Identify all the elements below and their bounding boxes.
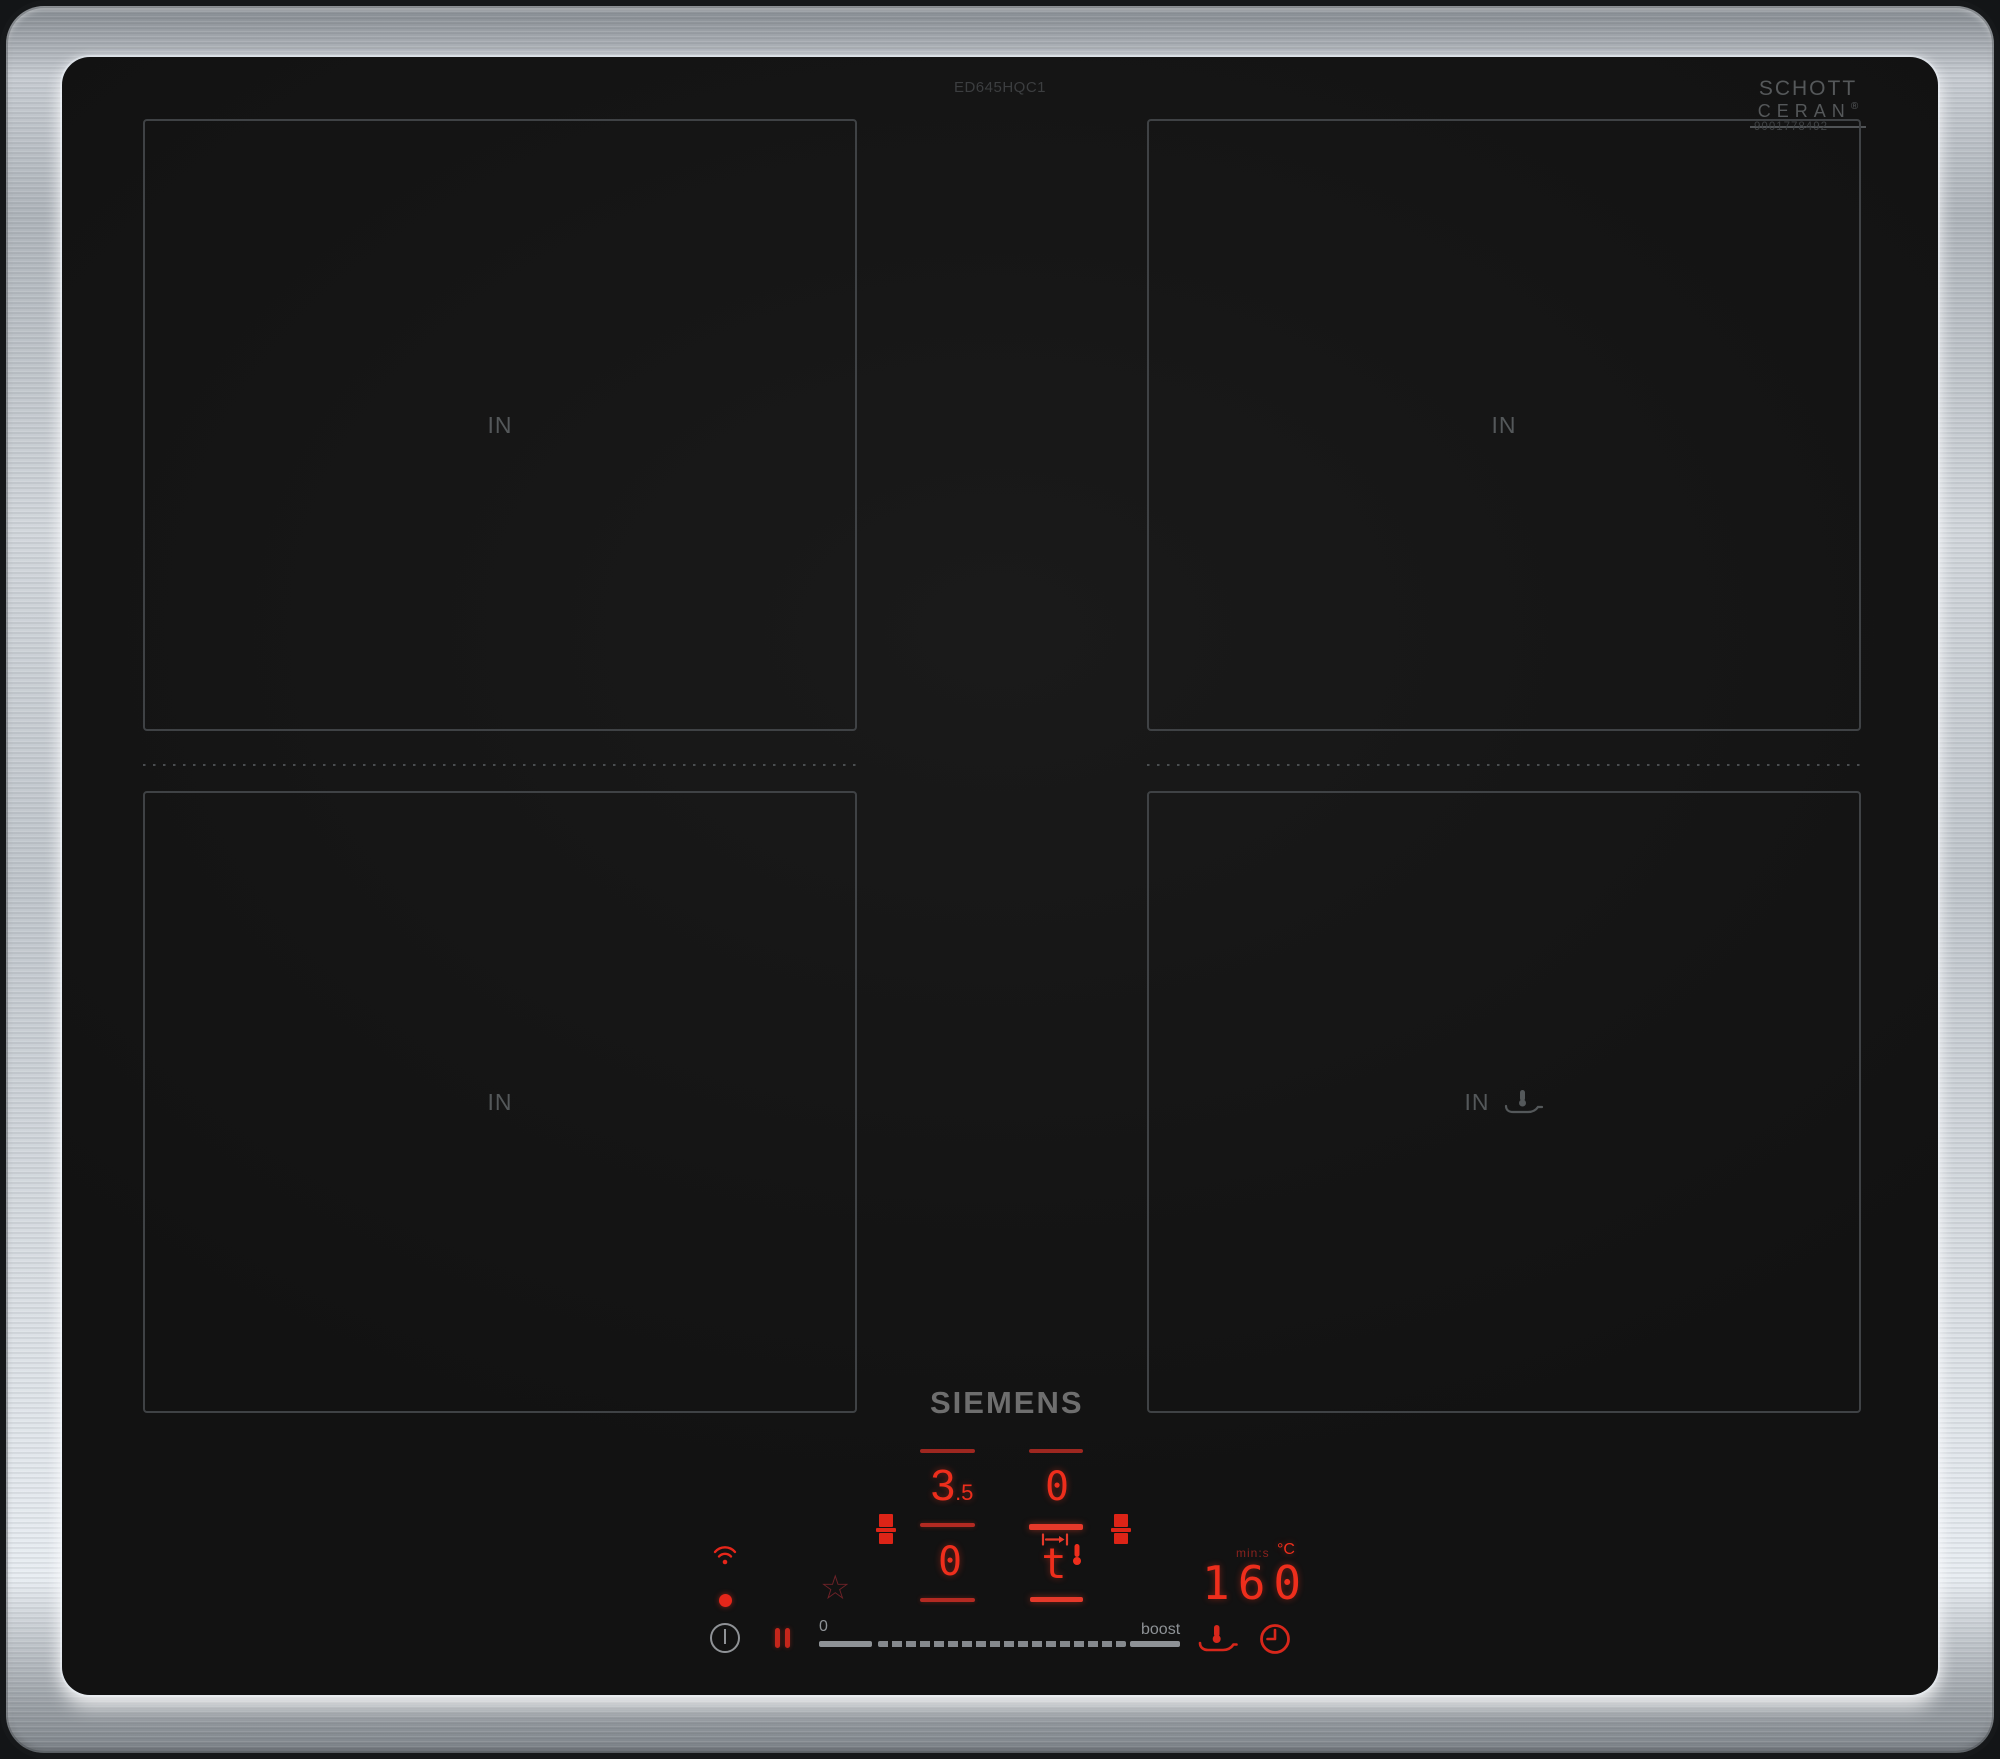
power-slider-track[interactable] xyxy=(878,1641,1126,1647)
zone-label: IN xyxy=(487,1088,513,1115)
power-level-display-back-right[interactable]: 0 xyxy=(1035,1464,1079,1510)
timer-value-display: 160 xyxy=(1202,1556,1310,1610)
pot-indicator-icon xyxy=(1111,1514,1131,1546)
schott-ceran-line1: SCHOTT xyxy=(1758,77,1858,100)
zone-select-bar[interactable] xyxy=(920,1523,975,1527)
power-slider-start[interactable] xyxy=(819,1641,872,1647)
power-standby-button[interactable] xyxy=(710,1623,740,1653)
induction-hob: ED645HQC1 SCHOTT CERAN® 9001778492 SIEME… xyxy=(0,0,2000,1759)
power-level-display-front-left[interactable]: 0 xyxy=(928,1539,972,1585)
zone-label: IN xyxy=(1491,411,1517,438)
zone-select-bar[interactable] xyxy=(1029,1449,1083,1453)
slider-min-label: 0 xyxy=(819,1618,828,1635)
zone-label: IN xyxy=(487,411,513,438)
zone-combine-dotted-line-left xyxy=(143,764,857,766)
red-dot-indicator xyxy=(719,1594,732,1607)
registered-mark: ® xyxy=(1850,101,1859,112)
zone-label: IN xyxy=(1464,1088,1490,1115)
cooking-zone-back-left: IN xyxy=(143,119,857,731)
zone-combine-dotted-line-right xyxy=(1147,764,1861,766)
cooking-zone-front-left: IN xyxy=(143,791,857,1413)
power-level-frac: .5 xyxy=(955,1480,974,1505)
zone-select-bar-active[interactable] xyxy=(1029,1524,1083,1530)
siemens-logo: SIEMENS xyxy=(930,1385,1084,1420)
wifi-signal-icon xyxy=(713,1546,737,1565)
slider-boost-label: boost xyxy=(1141,1621,1181,1638)
power-slider-boost-end[interactable] xyxy=(1130,1641,1180,1647)
zone-select-bar[interactable] xyxy=(920,1598,975,1602)
power-level-main: 3 xyxy=(930,1461,956,1510)
zone-select-bar[interactable] xyxy=(1030,1597,1083,1602)
power-level-display-back-left[interactable]: 3.5 xyxy=(920,1461,984,1511)
zone-select-bar[interactable] xyxy=(920,1449,975,1453)
pot-indicator-icon xyxy=(876,1514,896,1546)
star-icon[interactable]: ☆ xyxy=(820,1571,850,1605)
thermometer-icon xyxy=(1073,1544,1081,1565)
model-number: ED645HQC1 xyxy=(953,79,1047,96)
frying-sensor-button-icon[interactable] xyxy=(1198,1623,1238,1653)
glass-ceramic-surface: ED645HQC1 SCHOTT CERAN® 9001778492 SIEME… xyxy=(62,57,1938,1695)
clock-icon[interactable] xyxy=(1258,1622,1292,1656)
cooking-zone-back-right: IN xyxy=(1147,119,1861,731)
frying-sensor-display-front-right[interactable]: t xyxy=(1036,1539,1072,1588)
cooking-zone-front-right: IN xyxy=(1147,791,1861,1413)
frying-sensor-icon xyxy=(1504,1090,1543,1114)
pause-button[interactable] xyxy=(775,1628,790,1648)
